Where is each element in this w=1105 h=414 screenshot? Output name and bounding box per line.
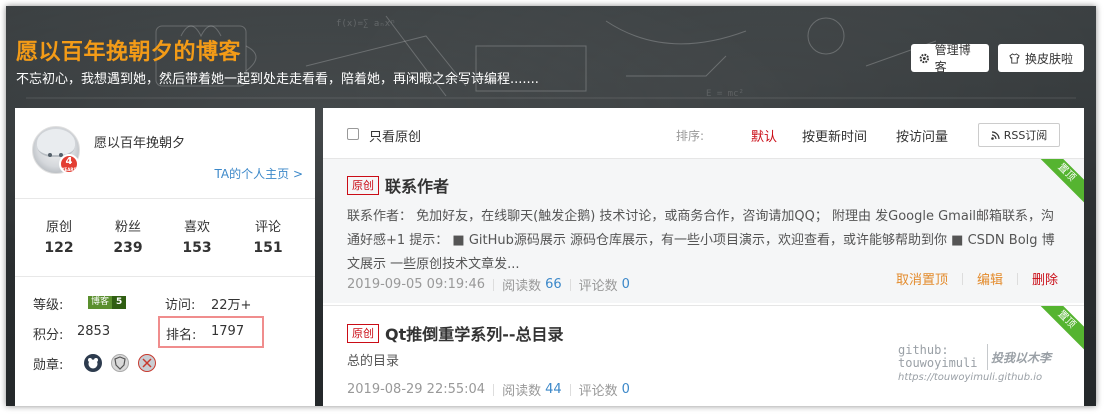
article-date: 2019-09-05 09:19:46: [347, 277, 486, 292]
article-title[interactable]: 联系作者: [385, 173, 449, 197]
unpin-button[interactable]: 取消置顶: [896, 269, 948, 288]
level-badge-number: 5: [112, 296, 127, 309]
level-badge[interactable]: 博客 5: [88, 296, 127, 309]
blog-description: 不忘初心，我想遇到她，然后带着她一起到处走走看看，陪着她，再闲暇之余写诗编程..…: [16, 72, 539, 87]
avatar-hair: [37, 129, 75, 157]
read-count: 44: [545, 382, 562, 397]
level-badge-text: 博客: [88, 296, 113, 309]
pinned-ribbon: 置顶: [1032, 159, 1084, 207]
read-count-label: 阅读数: [502, 279, 542, 294]
stat-label: 原创: [45, 220, 72, 235]
svg-text:f(x)=∑ aₙxⁿ: f(x)=∑ aₙxⁿ: [336, 19, 396, 29]
divider: [15, 276, 315, 277]
stat-label: 喜欢: [183, 220, 210, 235]
watermark-github: github: touwoyimuli: [898, 344, 977, 370]
meta-separator: [493, 383, 495, 396]
action-separator: [1016, 272, 1018, 285]
medal-cross-icon: [142, 358, 152, 368]
watermark-url: https://touwoyimuli.github.io: [898, 372, 1043, 383]
change-skin-button[interactable]: 换皮肤啦: [998, 44, 1084, 72]
medal-icon[interactable]: [84, 354, 102, 372]
read-count: 66: [545, 277, 562, 292]
original-tag: 原创: [347, 323, 379, 343]
tshirt-icon: [1009, 52, 1020, 64]
years-number: 4: [65, 156, 73, 167]
stat-value: 151: [253, 240, 283, 256]
manage-blog-label: 管理博客: [934, 43, 971, 74]
profile-card: 4 YEARS 愿以百年挽朝夕 TA的个人主页 > 原创 122 粉丝 239 …: [15, 108, 315, 406]
gear-icon: [919, 53, 930, 63]
edit-button[interactable]: 编辑: [977, 269, 1003, 288]
article-actions: 取消置顶 编辑 删除: [896, 269, 1058, 288]
user-name[interactable]: 愿以百年挽朝夕: [94, 132, 185, 151]
stat-label: 粉丝: [114, 220, 141, 235]
medal-icon[interactable]: [111, 354, 129, 372]
delete-button[interactable]: 删除: [1032, 269, 1058, 288]
watermark-sign: 投我以木李: [991, 351, 1052, 365]
years-badge: 4 YEARS: [59, 154, 79, 174]
score-label: 积分:: [33, 328, 64, 343]
meta-separator: [569, 383, 571, 396]
article-date: 2019-08-29 22:55:04: [347, 382, 486, 397]
stat-label: 评论: [254, 220, 281, 235]
comment-count: 0: [621, 382, 630, 397]
medal-icon[interactable]: [138, 354, 156, 372]
medal-shield-icon: [114, 356, 126, 370]
sort-default[interactable]: 默认: [751, 126, 777, 145]
article-item: 置顶 原创 联系作者 联系作者： 免加好友，在线聊天(触发企鹅) 技术讨论，或商…: [323, 159, 1084, 303]
article-meta: 2019-09-05 09:19:46 阅读数 66 评论数 0: [347, 275, 630, 294]
filter-bar: 只看原创 排序: 默认 按更新时间 按访问量 RSS订阅: [323, 108, 1084, 159]
personal-homepage-link[interactable]: TA的个人主页 >: [215, 165, 303, 182]
medal-label: 勋章:: [33, 358, 64, 373]
divider: [15, 198, 315, 199]
avatar-eye: [48, 153, 52, 157]
stat-likes: 喜欢 153: [167, 216, 227, 256]
stat-value: 122: [44, 240, 74, 256]
rss-icon: [990, 130, 1000, 140]
article-meta: 2019-08-29 22:55:04 阅读数 44 评论数 0: [347, 380, 630, 399]
original-tag: 原创: [347, 175, 379, 195]
visit-label: 访问:: [165, 298, 196, 313]
sort-by-update[interactable]: 按更新时间: [802, 126, 867, 145]
visit-value: 22万+: [211, 298, 252, 313]
rank-value: 1797: [211, 324, 245, 339]
medal-bear-icon: [88, 358, 98, 369]
watermark-divider: [987, 344, 988, 370]
stat-value: 153: [182, 240, 212, 256]
score-value: 2853: [77, 324, 111, 339]
read-count-label: 阅读数: [502, 384, 542, 399]
sort-label: 排序:: [676, 129, 705, 143]
level-label: 等级:: [33, 298, 64, 313]
only-original-checkbox[interactable]: [347, 128, 359, 140]
sort-by-visits[interactable]: 按访问量: [896, 126, 948, 145]
article-title-row: 原创 Qt推倒重学系列--总目录: [347, 321, 564, 345]
manage-blog-button[interactable]: 管理博客: [911, 43, 989, 74]
action-separator: [961, 272, 963, 285]
watermark-line2: touwoyimuli: [898, 356, 978, 370]
rss-button[interactable]: RSS订阅: [978, 123, 1060, 147]
only-original-label[interactable]: 只看原创: [369, 126, 421, 145]
blog-title[interactable]: 愿以百年挽朝夕的博客: [16, 34, 241, 66]
article-summary[interactable]: 联系作者： 免加好友，在线聊天(触发企鹅) 技术讨论，或商务合作，咨询请加QQ；…: [347, 205, 1057, 277]
stat-value: 239: [113, 240, 143, 256]
comment-count: 0: [621, 277, 630, 292]
article-title[interactable]: Qt推倒重学系列--总目录: [385, 321, 564, 345]
svg-text:E = mc²: E = mc²: [706, 89, 744, 99]
stat-comments: 评论 151: [238, 216, 298, 256]
comment-count-label: 评论数: [578, 384, 618, 399]
change-skin-label: 换皮肤啦: [1024, 51, 1073, 66]
comment-count-label: 评论数: [578, 279, 618, 294]
meta-separator: [493, 278, 495, 291]
stat-fans: 粉丝 239: [98, 216, 158, 256]
years-unit: YEARS: [61, 167, 77, 172]
stat-original: 原创 122: [29, 216, 89, 256]
pinned-ribbon: 置顶: [1032, 306, 1084, 354]
meta-separator: [569, 278, 571, 291]
rss-label: RSS订阅: [1003, 129, 1048, 142]
article-title-row: 原创 联系作者: [347, 173, 449, 197]
rank-label: 排名:: [166, 328, 197, 343]
